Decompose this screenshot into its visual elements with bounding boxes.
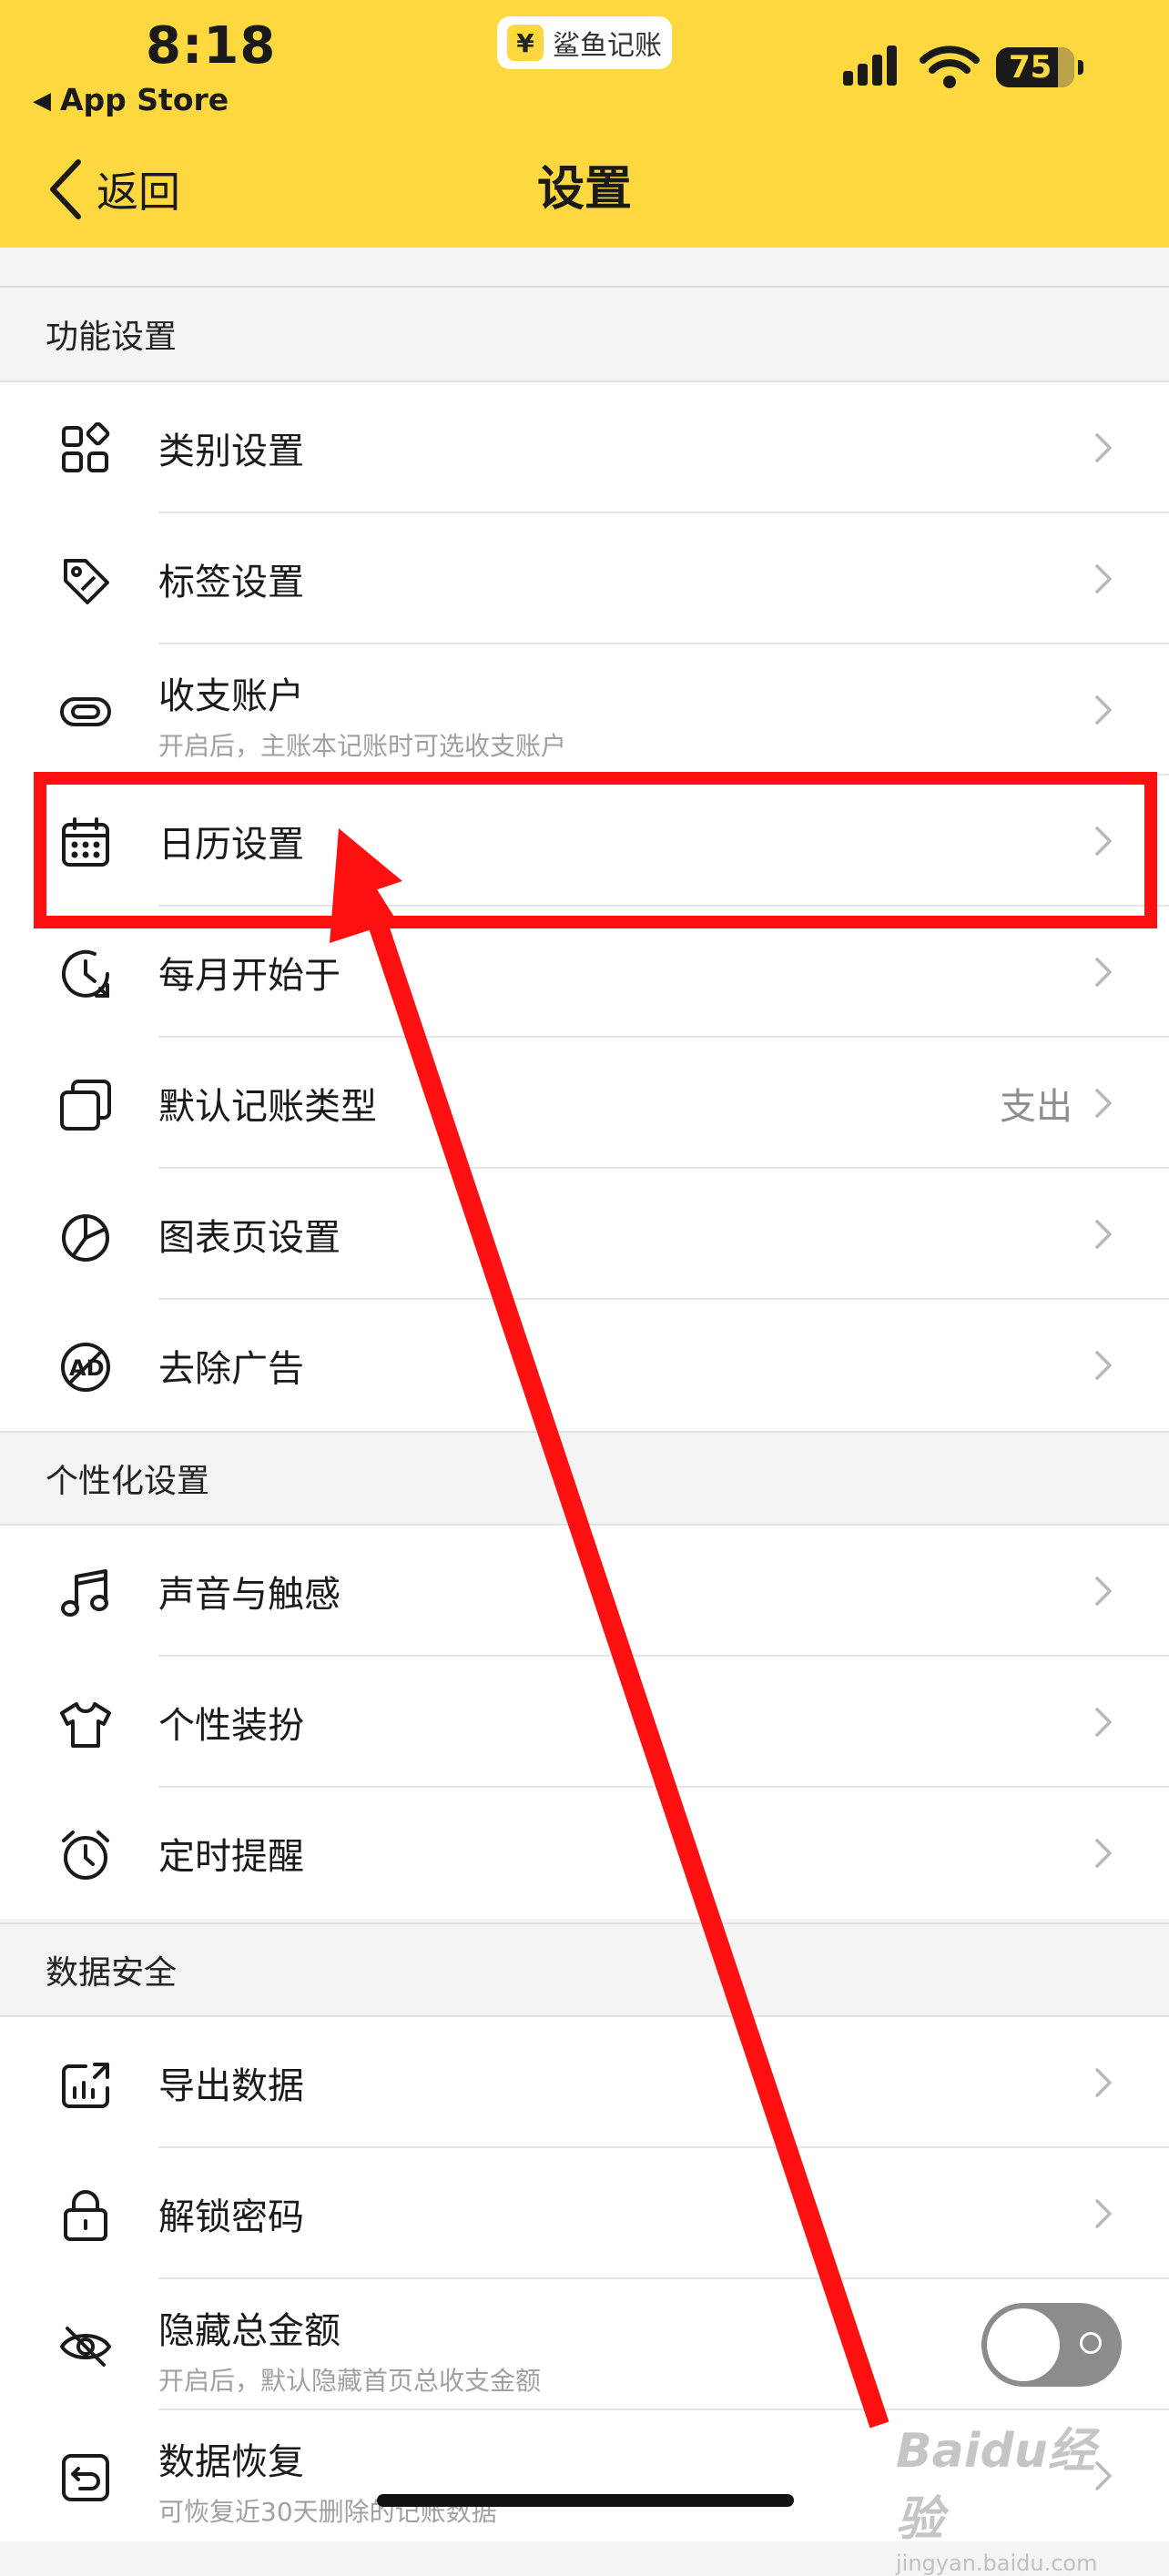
app-indicator-pill: ¥ 鲨鱼记账 — [497, 16, 672, 69]
home-indicator[interactable] — [377, 2494, 794, 2507]
chevron-right-icon — [1095, 1089, 1112, 1118]
back-triangle-icon: ◀ — [33, 87, 51, 115]
chevron-right-icon — [1095, 1708, 1112, 1737]
baidu-watermark: Baidu经验 jingyan.baidu.com — [896, 2412, 1142, 2576]
chevron-right-icon — [1095, 1351, 1112, 1380]
setting-label: 导出数据 — [158, 2065, 304, 2107]
setting-label: 声音与触感 — [158, 1574, 341, 1616]
no-ads-icon: AD — [58, 1340, 113, 1394]
back-button[interactable]: 返回 — [47, 155, 180, 224]
svg-text:AD: AD — [69, 1355, 105, 1381]
back-to-app-store-link[interactable]: ◀ App Store — [33, 82, 229, 117]
wifi-icon — [920, 46, 980, 88]
eye-hidden-icon — [58, 2319, 113, 2374]
battery-level: 75 — [1009, 49, 1052, 86]
chevron-right-icon — [1095, 1220, 1112, 1249]
back-app-label: App Store — [60, 82, 229, 117]
chevron-right-icon — [1095, 695, 1112, 725]
setting-label: 解锁密码 — [158, 2196, 304, 2238]
setting-row-hide-total: 隐藏总金额 开启后，默认隐藏首页总收支金额 — [0, 2279, 1169, 2410]
chevron-right-icon — [1095, 564, 1112, 593]
chevron-right-icon — [1095, 1839, 1112, 1868]
setting-row-category[interactable]: 类别设置 — [0, 382, 1169, 513]
music-note-icon — [58, 1566, 113, 1620]
yen-logo-icon: ¥ — [507, 25, 544, 61]
setting-label: 每月开始于 — [158, 955, 341, 997]
app-name: 鲨鱼记账 — [553, 30, 662, 62]
hide-total-toggle[interactable] — [981, 2303, 1122, 2387]
setting-row-accounts[interactable]: 收支账户 开启后，主账本记账时可选收支账户 — [0, 644, 1169, 776]
setting-row-passcode[interactable]: 解锁密码 — [0, 2148, 1169, 2279]
battery-empty-part — [1058, 47, 1074, 87]
setting-label: 类别设置 — [158, 431, 304, 472]
restore-icon — [58, 2450, 113, 2505]
chevron-right-icon — [1095, 1577, 1112, 1606]
setting-label: 数据恢复 — [158, 2441, 304, 2483]
setting-subtitle: 开启后，主账本记账时可选收支账户 — [158, 731, 567, 761]
alarm-clock-icon — [58, 1828, 113, 1882]
battery-indicator: 75 — [996, 47, 1083, 87]
account-link-icon — [58, 685, 113, 739]
setting-label: 标签设置 — [158, 562, 304, 603]
setting-label: 个性装扮 — [158, 1705, 304, 1747]
setting-label: 收支账户 — [158, 675, 304, 717]
setting-row-remove-ads[interactable]: AD 去除广告 — [0, 1300, 1169, 1431]
chevron-right-icon — [1095, 2068, 1112, 2097]
setting-subtitle: 开启后，默认隐藏首页总收支金额 — [158, 2366, 542, 2396]
tshirt-icon — [58, 1697, 113, 1751]
tag-icon — [58, 553, 113, 608]
setting-label: 去除广告 — [158, 1348, 304, 1390]
section-title-personalization: 个性化设置 — [0, 1431, 1169, 1526]
setting-row-tags[interactable]: 标签设置 — [0, 513, 1169, 644]
setting-row-theme[interactable]: 个性装扮 — [0, 1657, 1169, 1788]
personalization-group: 声音与触感 个性装扮 定时提醒 — [0, 1526, 1169, 1919]
cellular-signal-icon — [843, 46, 897, 86]
setting-label: 图表页设置 — [158, 1217, 341, 1259]
setting-label: 隐藏总金额 — [158, 2310, 341, 2352]
back-button-label: 返回 — [97, 167, 180, 217]
category-grid-icon — [58, 421, 113, 477]
toggle-off-indicator-icon — [1080, 2332, 1102, 2354]
setting-label: 日历设置 — [158, 824, 304, 866]
watermark-url: jingyan.baidu.com — [896, 2551, 1098, 2576]
stacked-squares-icon — [58, 1078, 113, 1132]
setting-label: 默认记账类型 — [158, 1086, 377, 1128]
calendar-icon — [58, 816, 113, 870]
setting-row-default-type[interactable]: 默认记账类型 支出 — [0, 1038, 1169, 1169]
function-settings-group: 类别设置 标签设置 收支账户 开启后，主账本记账时可选收支账户 日历设置 每月开… — [0, 382, 1169, 1431]
clock-refresh-icon — [58, 947, 113, 1001]
setting-label: 定时提醒 — [158, 1836, 304, 1878]
setting-value: 支出 — [1000, 1086, 1072, 1128]
setting-row-sound[interactable]: 声音与触感 — [0, 1526, 1169, 1657]
app-header: 8:18 ◀ App Store ¥ 鲨鱼记账 75 返回 设置 — [0, 0, 1169, 248]
chevron-right-icon — [1095, 433, 1112, 462]
setting-row-reminder[interactable]: 定时提醒 — [0, 1788, 1169, 1919]
lock-icon — [58, 2188, 113, 2243]
export-chart-icon — [58, 2057, 113, 2112]
setting-row-export[interactable]: 导出数据 — [0, 2017, 1169, 2148]
status-time: 8:18 — [146, 16, 277, 76]
chevron-left-icon — [50, 159, 81, 219]
pie-chart-icon — [58, 1209, 113, 1263]
section-title-data-security: 数据安全 — [0, 1922, 1169, 2017]
section-title-function: 功能设置 — [0, 288, 1169, 382]
setting-row-chart-page[interactable]: 图表页设置 — [0, 1169, 1169, 1300]
chevron-right-icon — [1095, 958, 1112, 987]
chevron-right-icon — [1095, 827, 1112, 856]
setting-row-calendar[interactable]: 日历设置 — [0, 776, 1169, 907]
toggle-knob — [987, 2308, 1060, 2381]
chevron-right-icon — [1095, 2199, 1112, 2228]
setting-row-month-start[interactable]: 每月开始于 — [0, 907, 1169, 1038]
